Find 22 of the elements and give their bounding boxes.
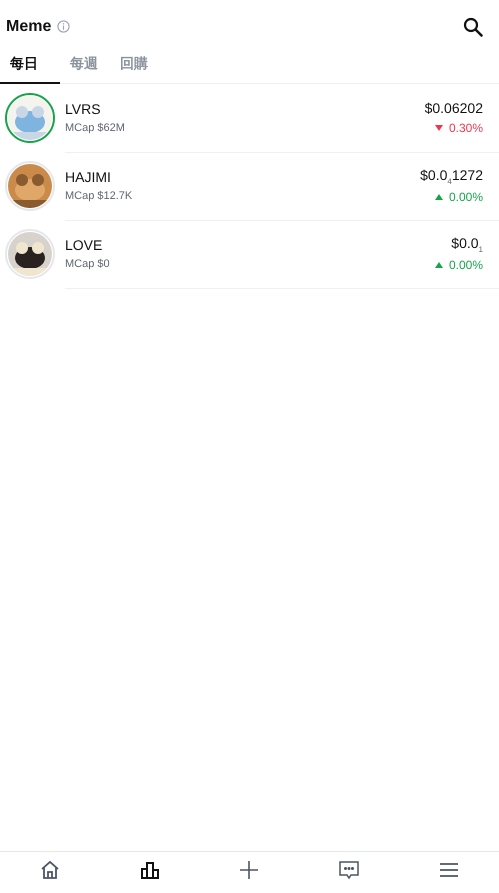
coin-row[interactable]: HAJIMI MCap $12.7K $0.0$_{4}$1272 0.00% bbox=[0, 152, 499, 220]
coin-price: $0.06202 bbox=[424, 100, 483, 116]
tab[interactable]: 每日 bbox=[0, 45, 60, 84]
coin-row[interactable]: LVRS MCap $62M $0.06202 0.30% bbox=[0, 84, 499, 152]
coin-price: $0.0$_{4}$1272 bbox=[420, 166, 483, 186]
chat-icon[interactable] bbox=[338, 859, 360, 881]
search-icon[interactable] bbox=[463, 16, 483, 36]
price-change: 0.00% bbox=[448, 190, 483, 204]
coin-symbol: HAJIMI bbox=[65, 169, 112, 185]
page-title: Meme bbox=[6, 18, 52, 36]
bar-chart-icon[interactable] bbox=[138, 859, 161, 881]
price-change: 0.00% bbox=[448, 258, 483, 272]
home-icon[interactable] bbox=[38, 859, 61, 881]
market-cap: MCap $62M bbox=[65, 122, 126, 134]
price-change: 0.30% bbox=[448, 121, 483, 135]
market-cap: MCap $12.7K bbox=[65, 190, 134, 202]
market-cap: MCap $0 bbox=[65, 258, 111, 270]
coin-symbol: LOVE bbox=[65, 237, 104, 253]
coin-price: $0.0$_{1}$ bbox=[450, 234, 483, 254]
plus-icon[interactable] bbox=[238, 859, 260, 881]
coin-symbol: LVRS bbox=[65, 101, 102, 117]
coin-row[interactable]: LOVE MCap $0 $0.0$_{1}$ 0.00% bbox=[0, 220, 499, 288]
